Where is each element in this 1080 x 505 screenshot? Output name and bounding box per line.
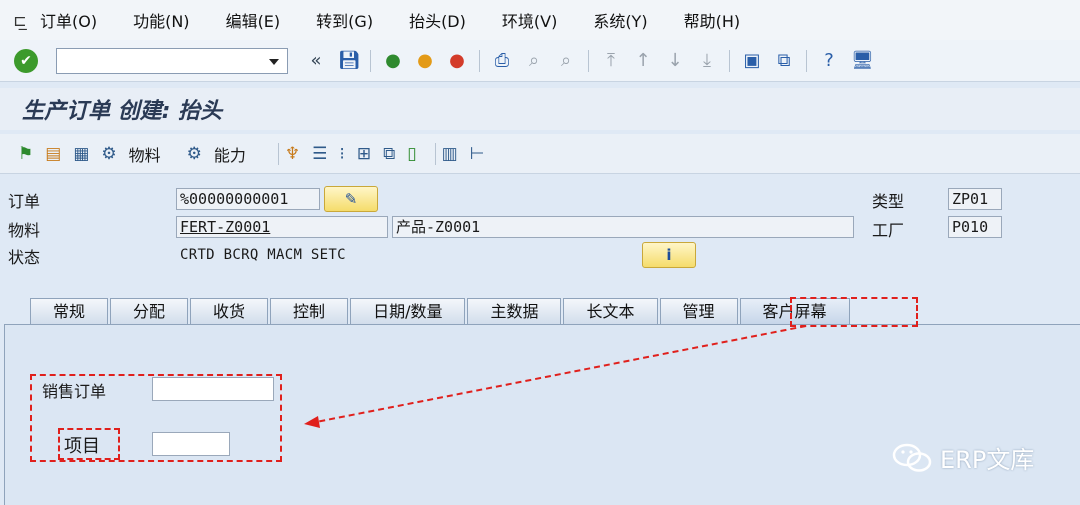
watermark: ERP文库 [892, 440, 1034, 475]
annotation-arrow [304, 325, 807, 428]
wechat-icon [892, 443, 932, 472]
watermark-text: ERP文库 [940, 446, 1035, 474]
